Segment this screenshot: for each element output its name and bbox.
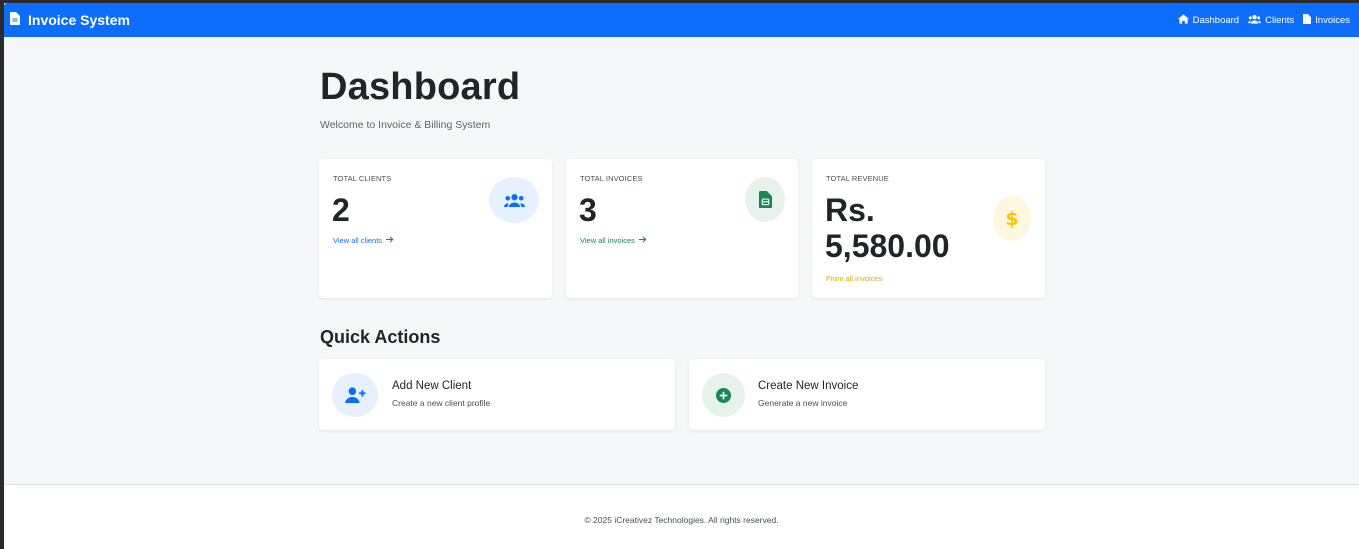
app-window: Invoice System Dashboard Clients Invoice… (4, 3, 1359, 549)
user-plus-icon (332, 373, 378, 417)
stat-card-invoices: TOTAL INVOICES 3 View all invoices (566, 159, 798, 298)
page-subtitle: Welcome to Invoice & Billing System (320, 119, 491, 131)
brand-title: Invoice System (28, 12, 130, 28)
add-new-client-button[interactable]: Add New Client Create a new client profi… (319, 359, 675, 430)
copyright-text: © 2025 iCreativez Technologies. All righ… (584, 515, 779, 525)
plus-circle-icon (702, 373, 745, 417)
action-desc: Create a new client profile (392, 398, 491, 408)
stat-value: 2 (332, 192, 350, 228)
nav-dashboard-label: Dashboard (1192, 14, 1240, 26)
nav-invoices[interactable]: Invoices (1303, 13, 1350, 27)
page-title: Dashboard (320, 66, 521, 108)
brand[interactable]: Invoice System (10, 12, 130, 28)
view-all-clients-link[interactable]: View all clients (333, 236, 394, 245)
stat-value-line2: 5,580.00 (825, 228, 950, 264)
navbar: Invoice System Dashboard Clients Invoice… (4, 3, 1359, 37)
action-desc: Generate a new invoice (758, 398, 848, 408)
nav-invoices-label: Invoices (1315, 14, 1350, 26)
link-label: View all invoices (580, 236, 635, 245)
dollar-icon: $ (993, 196, 1031, 241)
users-icon (489, 177, 539, 223)
link-label: View all clients (333, 236, 383, 245)
file-icon (10, 12, 20, 28)
invoice-icon (745, 177, 785, 222)
file-icon (1303, 13, 1312, 27)
users-icon (1248, 14, 1262, 27)
stat-card-revenue: TOTAL REVENUE Rs. 5,580.00 From all invo… (812, 159, 1045, 298)
action-title: Create New Invoice (758, 380, 859, 392)
stat-card-clients: TOTAL CLIENTS 2 View all clients (319, 159, 552, 298)
arrow-right-icon (638, 236, 647, 245)
revenue-note: From all invoices (826, 274, 883, 283)
nav-clients[interactable]: Clients (1248, 14, 1294, 27)
stat-label: TOTAL REVENUE (826, 174, 889, 183)
stat-value: 3 (579, 192, 597, 228)
view-all-invoices-link[interactable]: View all invoices (580, 236, 647, 245)
quick-actions-title: Quick Actions (320, 327, 441, 347)
stat-label: TOTAL INVOICES (580, 174, 643, 183)
create-new-invoice-button[interactable]: Create New Invoice Generate a new invoic… (689, 359, 1045, 430)
stat-label: TOTAL CLIENTS (333, 174, 392, 183)
stat-value-line1: Rs. (825, 192, 875, 228)
action-title: Add New Client (392, 380, 472, 392)
footer: © 2025 iCreativez Technologies. All righ… (4, 484, 1359, 549)
nav-clients-label: Clients (1265, 14, 1295, 26)
nav-links: Dashboard Clients Invoices (1177, 13, 1350, 27)
arrow-right-icon (386, 236, 394, 245)
nav-dashboard[interactable]: Dashboard (1177, 13, 1240, 27)
home-icon (1177, 13, 1189, 27)
